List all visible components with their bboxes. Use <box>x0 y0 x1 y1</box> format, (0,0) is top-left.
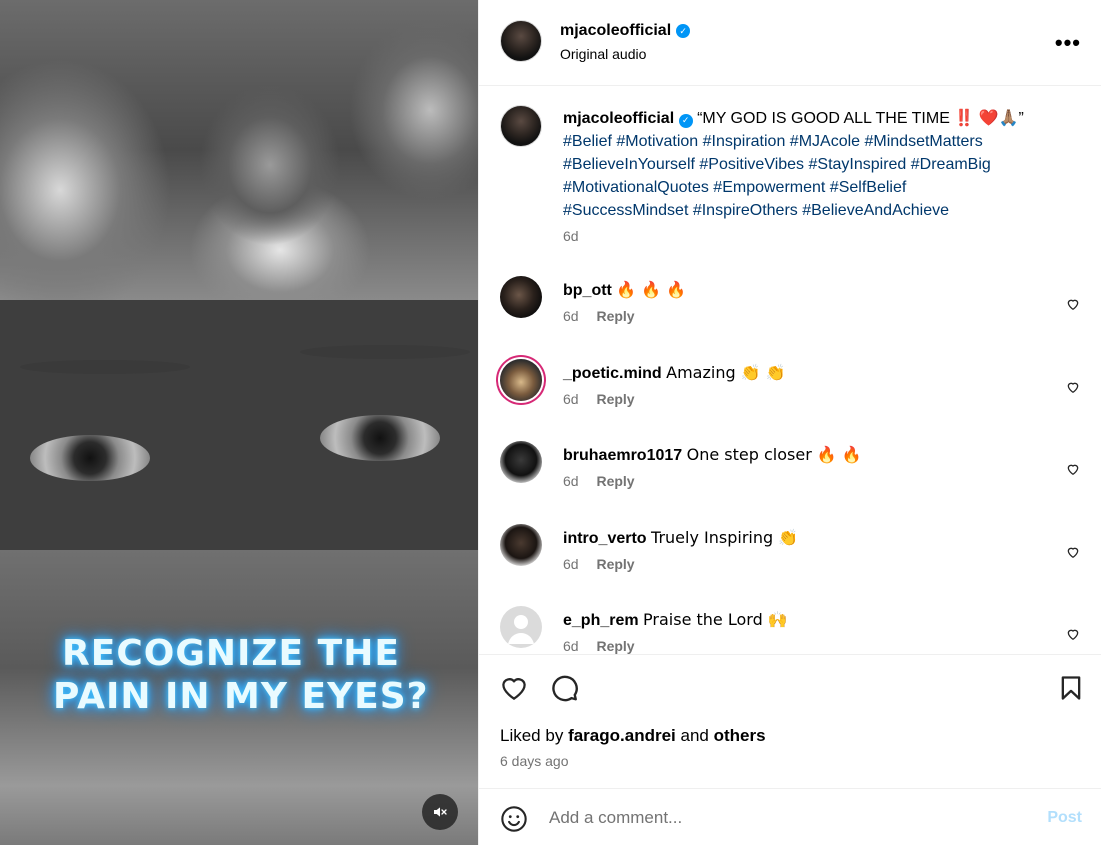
speaker-muted-icon <box>434 807 447 817</box>
comment-meta: 6d Reply <box>563 473 635 489</box>
comment-username[interactable]: e_ph_rem <box>563 612 639 629</box>
comment-body: _poetic.mind Amazing 👏 👏 <box>563 361 1063 385</box>
post-actions: Liked by farago.andrei and others 6 days… <box>479 654 1101 788</box>
post-comment-button[interactable]: Post <box>1047 809 1082 827</box>
verified-badge-icon: ✓ <box>678 113 693 128</box>
caption-username[interactable]: mjacoleofficial <box>563 110 674 127</box>
like-comment-heart-icon[interactable] <box>1066 462 1080 476</box>
commenter-avatar[interactable] <box>500 524 542 566</box>
hashtags-line-4[interactable]: #SuccessMindset #InspireOthers #BelieveA… <box>563 202 949 219</box>
comment-meta: 6d Reply <box>563 391 635 407</box>
post-timestamp[interactable]: 6 days ago <box>500 753 569 769</box>
commenter-avatar[interactable] <box>500 276 542 318</box>
comment-input[interactable] <box>549 803 1009 833</box>
like-heart-icon[interactable] <box>499 673 529 703</box>
comment-body: bp_ott 🔥 🔥 🔥 <box>563 278 1063 302</box>
author-name-row: mjacoleofficial ✓ <box>560 22 691 40</box>
reply-button[interactable]: Reply <box>596 473 634 489</box>
video-caption-line-1: RECOGNIZE THE <box>62 633 400 674</box>
liked-user-link[interactable]: farago.andrei <box>568 726 676 745</box>
reply-button[interactable]: Reply <box>596 308 634 324</box>
add-comment-bar: Post <box>479 788 1101 845</box>
reply-button[interactable]: Reply <box>596 391 634 407</box>
video-caption-line-2: PAIN IN MY EYES? <box>53 676 429 717</box>
comments-scroll-area[interactable]: mjacoleofficial ✓ “MY GOD IS GOOD ALL TH… <box>479 87 1101 654</box>
save-bookmark-icon[interactable] <box>1057 673 1085 703</box>
comment-bubble-icon[interactable] <box>549 673 579 703</box>
liked-others-link[interactable]: others <box>714 726 766 745</box>
post-header: mjacoleofficial ✓ Original audio ••• <box>479 0 1101 86</box>
post-side-panel: mjacoleofficial ✓ Original audio ••• mja… <box>478 0 1101 845</box>
comment-meta: 6d Reply <box>563 308 635 324</box>
caption-text: “MY GOD IS GOOD ALL THE TIME ‼️ ❤️🙏🏽” <box>697 110 1024 127</box>
comment-time[interactable]: 6d <box>563 391 579 407</box>
liked-and: and <box>680 726 709 745</box>
comment-text: One step closer 🔥 🔥 <box>686 445 862 464</box>
author-username[interactable]: mjacoleofficial <box>560 22 671 40</box>
media-frame-boy <box>0 0 478 300</box>
post-media[interactable]: RECOGNIZE THE PAIN IN MY EYES? <box>0 0 478 845</box>
comment-username[interactable]: _poetic.mind <box>563 365 662 382</box>
verified-badge-icon: ✓ <box>676 24 691 38</box>
comment-username[interactable]: bruhaemro1017 <box>563 447 682 464</box>
comment-text: Praise the Lord 🙌 <box>643 610 788 629</box>
comment-time[interactable]: 6d <box>563 308 579 324</box>
emoji-picker-icon[interactable] <box>500 805 528 833</box>
like-comment-heart-icon[interactable] <box>1066 545 1080 559</box>
like-comment-heart-icon[interactable] <box>1066 297 1080 311</box>
comment-time[interactable]: 6d <box>563 473 579 489</box>
media-frame-eyes <box>0 300 478 550</box>
comment-text: 🔥 🔥 🔥 <box>616 280 687 299</box>
more-options-icon[interactable]: ••• <box>1055 30 1081 56</box>
commenter-avatar[interactable] <box>500 359 542 401</box>
eye-left <box>30 435 150 481</box>
comment-body: intro_verto Truely Inspiring 👏 <box>563 526 1063 550</box>
comment-time[interactable]: 6d <box>563 556 579 572</box>
comment-username[interactable]: intro_verto <box>563 530 647 547</box>
comment-meta: 6d Reply <box>563 556 635 572</box>
comment-text: Amazing 👏 👏 <box>666 363 786 382</box>
like-comment-heart-icon[interactable] <box>1066 380 1080 394</box>
audio-link[interactable]: Original audio <box>560 46 646 62</box>
eyebrow-left <box>20 360 190 374</box>
caption-author-avatar[interactable] <box>500 105 542 147</box>
reply-button[interactable]: Reply <box>596 556 634 572</box>
comment-meta: 6d Reply <box>563 638 635 654</box>
like-comment-heart-icon[interactable] <box>1066 627 1080 641</box>
eyebrow-right <box>300 345 470 359</box>
liked-prefix: Liked by <box>500 726 564 745</box>
comment-time[interactable]: 6d <box>563 638 579 654</box>
commenter-avatar[interactable] <box>500 441 542 483</box>
eye-right <box>320 415 440 461</box>
likes-summary: Liked by farago.andrei and others <box>500 726 766 746</box>
caption-time[interactable]: 6d <box>563 228 579 244</box>
mute-button[interactable] <box>422 794 458 830</box>
comment-body: e_ph_rem Praise the Lord 🙌 <box>563 608 1063 632</box>
hashtags-line-3[interactable]: #MotivationalQuotes #Empowerment #SelfBe… <box>563 179 906 196</box>
author-avatar[interactable] <box>500 20 542 62</box>
comment-username[interactable]: bp_ott <box>563 282 612 299</box>
comment-text: Truely Inspiring 👏 <box>651 528 799 547</box>
caption-body: mjacoleofficial ✓ “MY GOD IS GOOD ALL TH… <box>563 107 1063 222</box>
default-avatar-icon[interactable] <box>500 606 542 648</box>
reply-button[interactable]: Reply <box>596 638 634 654</box>
hashtags-line-2[interactable]: #BelieveInYourself #PositiveVibes #StayI… <box>563 156 991 173</box>
comment-body: bruhaemro1017 One step closer 🔥 🔥 <box>563 443 1063 467</box>
hashtags-line-1[interactable]: #Belief #Motivation #Inspiration #MJAcol… <box>563 133 983 150</box>
